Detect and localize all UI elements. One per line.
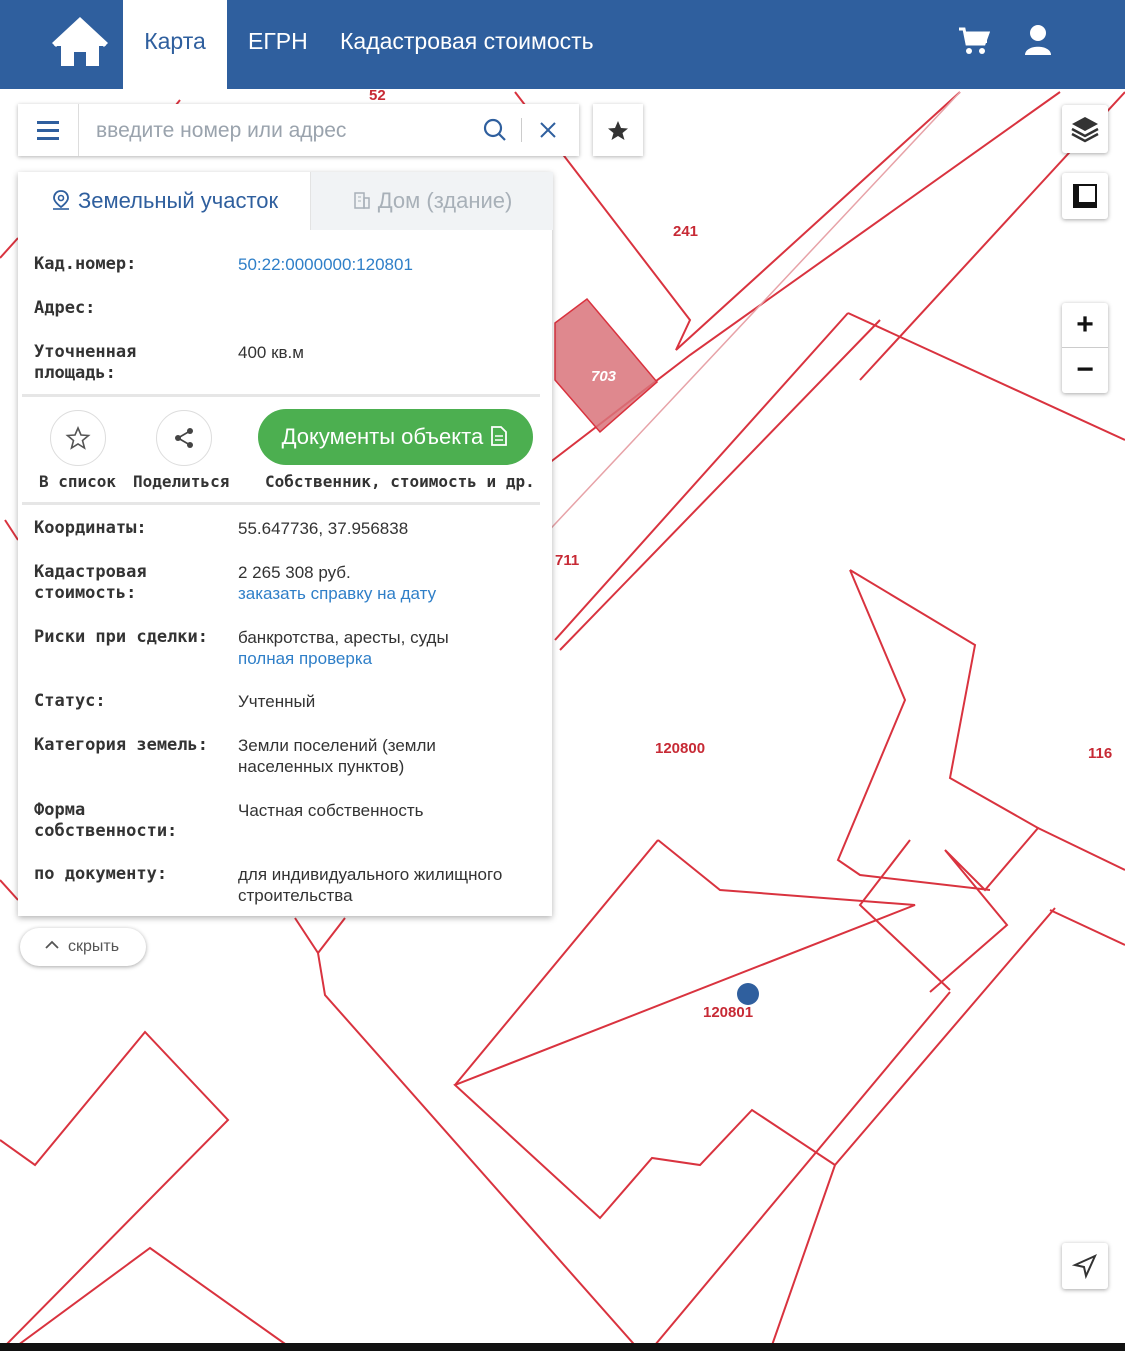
cadastral-cost-value: 2 265 308 руб. заказать справку на дату (238, 562, 538, 604)
status-label: Статус: (34, 691, 106, 711)
kad-number-link[interactable]: 50:22:0000000:120801 (238, 254, 538, 275)
layers-icon (1071, 117, 1099, 143)
search-icon[interactable] (483, 118, 507, 142)
layers-button[interactable] (1062, 105, 1108, 153)
map-label-120801: 120801 (703, 1004, 753, 1021)
measure-button[interactable] (1062, 173, 1108, 219)
favorites-button[interactable] (593, 104, 643, 156)
share-label[interactable]: Поделиться (133, 472, 229, 491)
home-icon[interactable] (50, 14, 110, 74)
map-label-711: 711 (555, 552, 579, 569)
map-label-116: 116 (1088, 745, 1112, 762)
coordinates-value: 55.647736, 37.956838 (238, 519, 409, 538)
by-document-value: для индивидуального жилищного строительст… (238, 865, 503, 905)
map-label-52: 52 (369, 89, 386, 104)
ownership-form-value: Частная собственность (238, 801, 424, 820)
tab-egrn[interactable]: ЕГРН (248, 0, 308, 89)
coordinates-label: Координаты: (34, 518, 147, 538)
tab-house[interactable]: Дом (здание) (310, 172, 553, 230)
map-label-241: 241 (673, 223, 698, 240)
full-check-link[interactable]: полная проверка (238, 648, 538, 669)
area-label: Уточненная площадь: (34, 342, 137, 383)
close-icon[interactable] (537, 119, 559, 141)
docs-caption: Собственник, стоимость и др. (265, 472, 535, 491)
parcel-703 (554, 297, 659, 434)
by-document-label: по документу: (34, 864, 168, 884)
tab-house-label: Дом (здание) (377, 188, 513, 213)
bottom-strip (0, 1343, 1125, 1351)
divider (22, 394, 540, 397)
map-pin-icon (52, 190, 69, 210)
search-input[interactable] (94, 114, 478, 148)
map-label-703: 703 (591, 368, 617, 385)
building-icon (353, 192, 370, 209)
document-icon (491, 426, 508, 446)
cadastral-cost-label: Кадастровая стоимость: (34, 562, 147, 603)
zoom-control: + − (1062, 303, 1108, 393)
land-category-label: Категория земель: (34, 735, 208, 755)
map-label-120800: 120800 (655, 740, 705, 757)
tab-land-plot[interactable]: Земельный участок (18, 172, 310, 230)
chevron-up-icon (45, 940, 59, 949)
star-outline-icon (65, 425, 91, 450)
share-icon (175, 428, 193, 448)
tab-map[interactable]: Карта (123, 0, 227, 89)
search-bar (18, 104, 579, 156)
hide-label: скрыть (68, 938, 120, 955)
locate-button[interactable] (1062, 1243, 1108, 1289)
user-icon[interactable] (1024, 24, 1052, 56)
order-certificate-link[interactable]: заказать справку на дату (238, 583, 538, 604)
area-value: 400 кв.м (238, 343, 304, 362)
share-button[interactable] (156, 410, 212, 466)
parcel-marker[interactable] (737, 983, 759, 1005)
parcel-info-panel: Земельный участок Дом (здание) Кад.номер… (18, 172, 553, 916)
hide-panel-button[interactable]: скрыть (20, 928, 146, 966)
tab-cadastral-value[interactable]: Кадастровая стоимость (340, 0, 594, 89)
status-value: Учтенный (238, 692, 316, 711)
add-to-list-button[interactable] (50, 410, 106, 466)
object-documents-button[interactable]: Документы объекта (258, 409, 533, 465)
locate-icon (1071, 1254, 1097, 1280)
divider (22, 502, 540, 505)
zoom-out-button[interactable]: − (1062, 348, 1108, 392)
star-icon (608, 121, 628, 140)
measure-icon (1073, 184, 1097, 208)
menu-button[interactable] (18, 104, 79, 156)
top-nav-bar: Карта ЕГРН Кадастровая стоимость (0, 0, 1125, 89)
kad-number-label: Кад.номер: (34, 254, 137, 274)
ownership-form-label: Форма собственности: (34, 800, 178, 841)
zoom-in-button[interactable]: + (1062, 303, 1108, 348)
risks-label: Риски при сделки: (34, 627, 208, 647)
add-to-list-label[interactable]: В список (39, 472, 116, 491)
land-category-value: Земли поселений (земли населенных пунктов… (238, 736, 436, 776)
address-label: Адрес: (34, 298, 96, 318)
hamburger-icon (37, 121, 59, 140)
docs-button-label: Документы объекта (281, 424, 484, 449)
tab-land-label: Земельный участок (77, 188, 279, 213)
cart-icon[interactable] (958, 26, 990, 56)
search-separator (521, 118, 522, 142)
risks-value: банкротства, аресты, суды полная проверк… (238, 627, 538, 669)
